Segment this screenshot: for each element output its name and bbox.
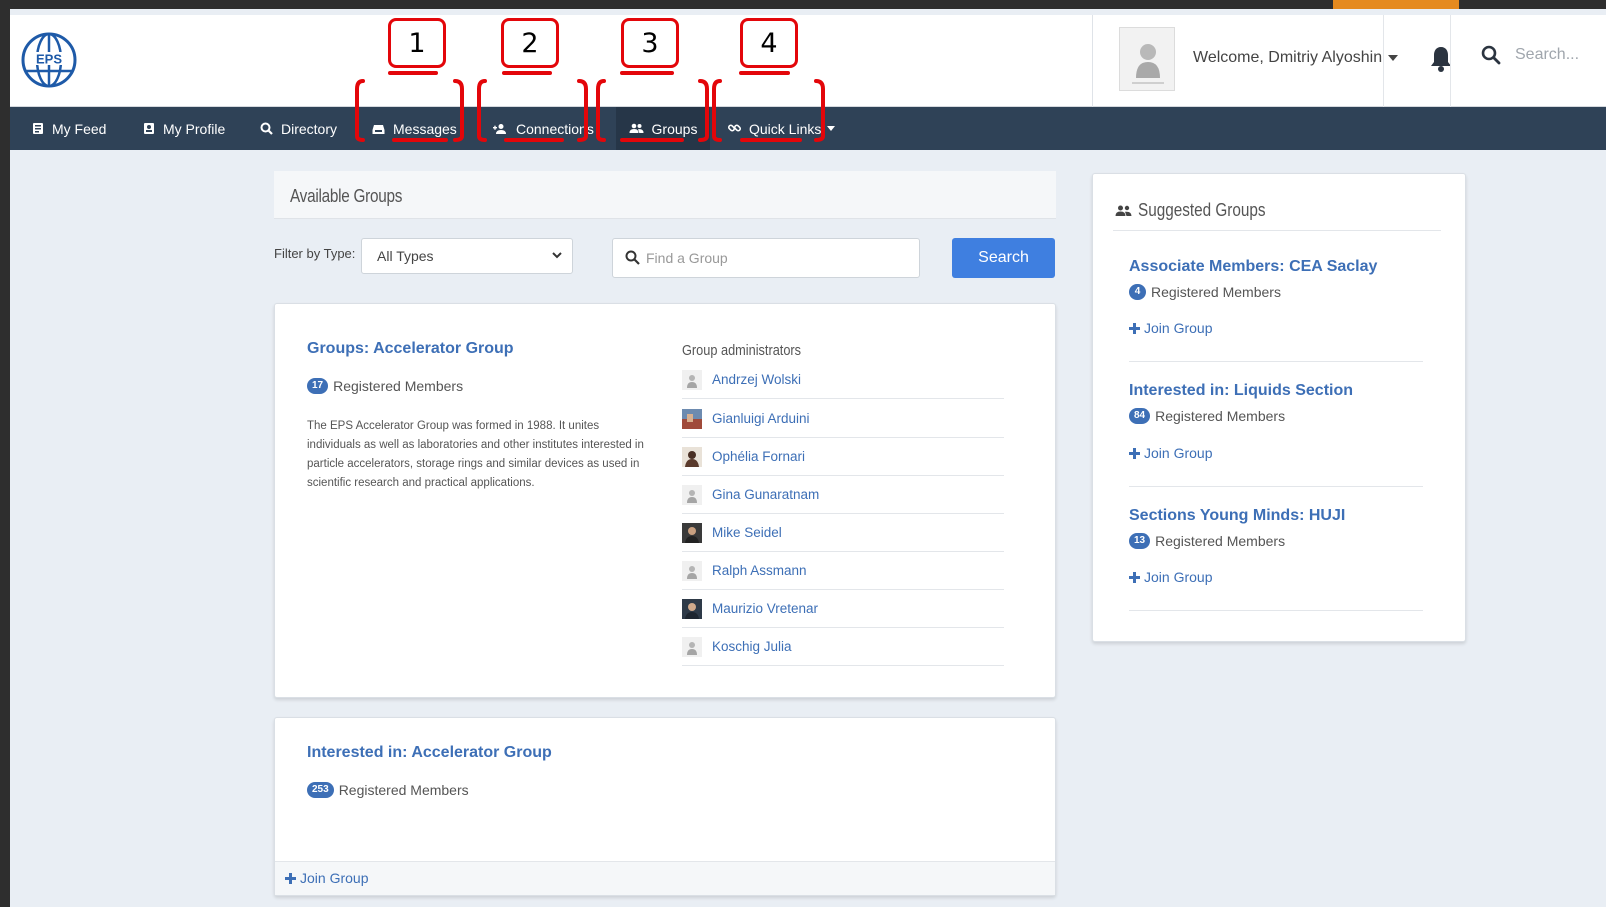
admin-row[interactable]: Maurizio Vretenar [682,590,1004,628]
suggested-group-link[interactable]: Interested in: Liquids Section [1129,382,1353,400]
group-title-link[interactable]: Interested in: Accelerator Group [307,744,552,762]
card-footer: Join Group [275,861,1055,895]
members-count: 17 Registered Members [307,378,463,394]
browser-viewport: EPS Welcome, Dmitriy Alyoshin Search... … [10,9,1606,907]
filter-select-value: All Types [377,248,434,264]
suggested-group-link[interactable]: Sections Young Minds: HUJI [1129,507,1345,525]
groups-icon [1115,205,1132,216]
admin-row[interactable]: Gina Gunaratnam [682,476,1004,514]
filter-type-select[interactable]: All Types [361,238,573,274]
members-count: 253 Registered Members [307,782,469,798]
divider [1129,361,1423,362]
members-badge: 84 [1129,408,1151,424]
plus-icon [1129,322,1140,334]
admin-name-link[interactable]: Gianluigi Arduini [712,411,810,426]
members-label: Registered Members [1155,408,1286,424]
members-count: 13 Registered Members [1129,533,1285,549]
chevron-down-icon [552,252,562,259]
page-title: Available Groups [290,186,403,206]
group-card: Interested in: Accelerator Group 253 Reg… [274,717,1056,896]
admin-name-link[interactable]: Ophélia Fornari [712,449,805,464]
avatar [682,598,702,619]
avatar [682,408,702,429]
group-title-link[interactable]: Groups: Accelerator Group [307,340,514,358]
find-group-input[interactable]: Find a Group [612,238,920,278]
admins-title: Group administrators [682,342,802,359]
members-badge: 253 [307,782,334,798]
find-group-placeholder: Find a Group [646,250,728,266]
search-button[interactable]: Search [952,238,1055,278]
avatar [682,369,702,390]
join-group-link[interactable]: Join Group [1129,320,1212,336]
admin-row[interactable]: Gianluigi Arduini [682,400,1004,438]
divider [1129,610,1423,611]
avatar [682,484,702,505]
plus-icon [1129,571,1140,583]
search-icon [625,250,640,265]
admin-row[interactable]: Andrzej Wolski [682,361,1004,399]
members-badge: 13 [1129,533,1151,549]
join-group-label: Join Group [1144,569,1213,585]
divider [1129,486,1423,487]
group-card: Groups: Accelerator Group 17 Registered … [274,303,1056,698]
top-accent-strip [1333,0,1459,9]
admin-name-link[interactable]: Andrzej Wolski [712,372,801,387]
members-count: 84 Registered Members [1129,408,1285,424]
avatar [682,446,702,467]
admin-name-link[interactable]: Gina Gunaratnam [712,487,819,502]
join-group-link[interactable]: Join Group [1129,569,1212,585]
members-count: 4 Registered Members [1129,284,1281,300]
join-group-label: Join Group [300,870,369,886]
available-groups-header: Available Groups [274,171,1056,219]
suggested-groups-title: Suggested Groups [1115,200,1288,221]
filter-label: Filter by Type: [274,246,356,261]
join-group-label: Join Group [1144,320,1213,336]
members-label: Registered Members [1155,533,1286,549]
admin-row[interactable]: Ophélia Fornari [682,438,1004,476]
avatar [682,636,702,657]
members-badge: 4 [1129,284,1146,300]
suggested-group-link[interactable]: Associate Members: CEA Saclay [1129,258,1377,276]
admin-name-link[interactable]: Koschig Julia [712,639,792,654]
admin-row[interactable]: Mike Seidel [682,514,1004,552]
group-description: The EPS Accelerator Group was formed in … [307,420,644,489]
members-label: Registered Members [1151,284,1281,300]
admin-name-link[interactable]: Maurizio Vretenar [712,601,818,616]
members-label: Registered Members [333,378,464,394]
admin-name-link[interactable]: Mike Seidel [712,525,782,540]
suggested-groups-panel: Suggested Groups Associate Members: CEA … [1092,173,1466,642]
admin-name-link[interactable]: Ralph Assmann [712,563,807,578]
members-badge: 17 [307,378,329,394]
join-group-link[interactable]: Join Group [285,870,368,886]
admin-row[interactable]: Koschig Julia [682,628,1004,666]
avatar [682,560,702,581]
join-group-link[interactable]: Join Group [1129,445,1212,461]
plus-icon [285,872,296,884]
join-group-label: Join Group [1144,445,1213,461]
members-label: Registered Members [338,782,469,798]
plus-icon [1129,447,1140,459]
divider [1113,230,1441,231]
admin-row[interactable]: Ralph Assmann [682,552,1004,590]
avatar [682,522,702,543]
